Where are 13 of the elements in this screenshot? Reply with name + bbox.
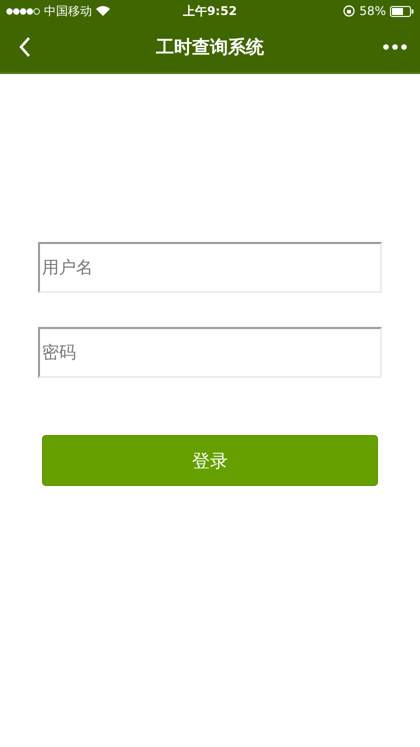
input-field[interactable]: 用户名 [38, 242, 382, 293]
battery-icon [390, 6, 414, 16]
battery-percentage: 58% [359, 4, 386, 18]
signal-icon [6, 8, 40, 14]
login-button[interactable]: 登录 [42, 435, 378, 486]
carrier-name: 中国移动 [44, 2, 92, 20]
more-icon [383, 44, 407, 50]
back-icon [19, 37, 31, 57]
input-field[interactable]: 密码 [38, 327, 382, 378]
page-title: 工时查询系统 [156, 36, 264, 59]
wifi-icon [96, 6, 110, 16]
status-time: 上午9:52 [183, 2, 237, 20]
rotation-lock-icon [343, 5, 356, 17]
